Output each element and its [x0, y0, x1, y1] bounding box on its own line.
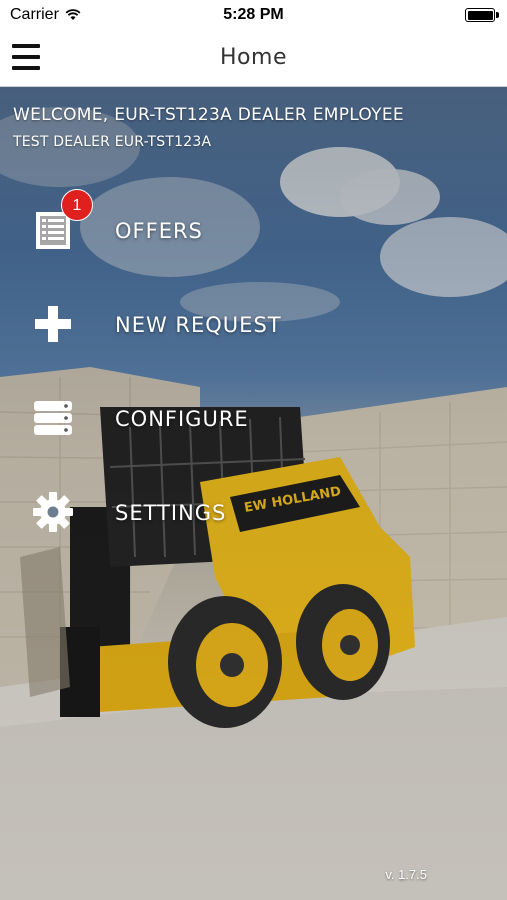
menu-label-configure: CONFIGURE — [115, 407, 249, 431]
battery-icon — [465, 8, 499, 22]
menu-item-configure[interactable]: CONFIGURE — [0, 383, 507, 453]
menu-item-settings[interactable]: SETTINGS — [0, 477, 507, 547]
status-time: 5:28 PM — [223, 6, 284, 23]
menu-item-offers[interactable]: 1 OFFERS — [0, 189, 507, 265]
page-title: Home — [220, 45, 287, 70]
menu-label-settings: SETTINGS — [115, 501, 227, 525]
status-bar: Carrier 5:28 PM — [0, 0, 507, 30]
navigation-bar: Home — [0, 30, 507, 87]
app-version: v. 1.7.5 — [385, 867, 427, 882]
menu-label-offers: OFFERS — [115, 219, 203, 243]
offers-count-badge: 1 — [61, 189, 93, 221]
welcome-message: WELCOME, EUR-TST123A DEALER EMPLOYEE — [13, 105, 404, 125]
plus-icon — [35, 306, 71, 342]
gear-icon — [33, 492, 73, 532]
menu-item-new-request[interactable]: NEW REQUEST — [0, 289, 507, 359]
menu-label-new-request: NEW REQUEST — [115, 313, 282, 337]
dealer-name: TEST DEALER EUR-TST123A — [13, 134, 212, 150]
home-background: EW HOLLAND WELCOME, EUR-TST123A DEALER E… — [0, 87, 507, 900]
server-stack-icon — [34, 401, 72, 435]
